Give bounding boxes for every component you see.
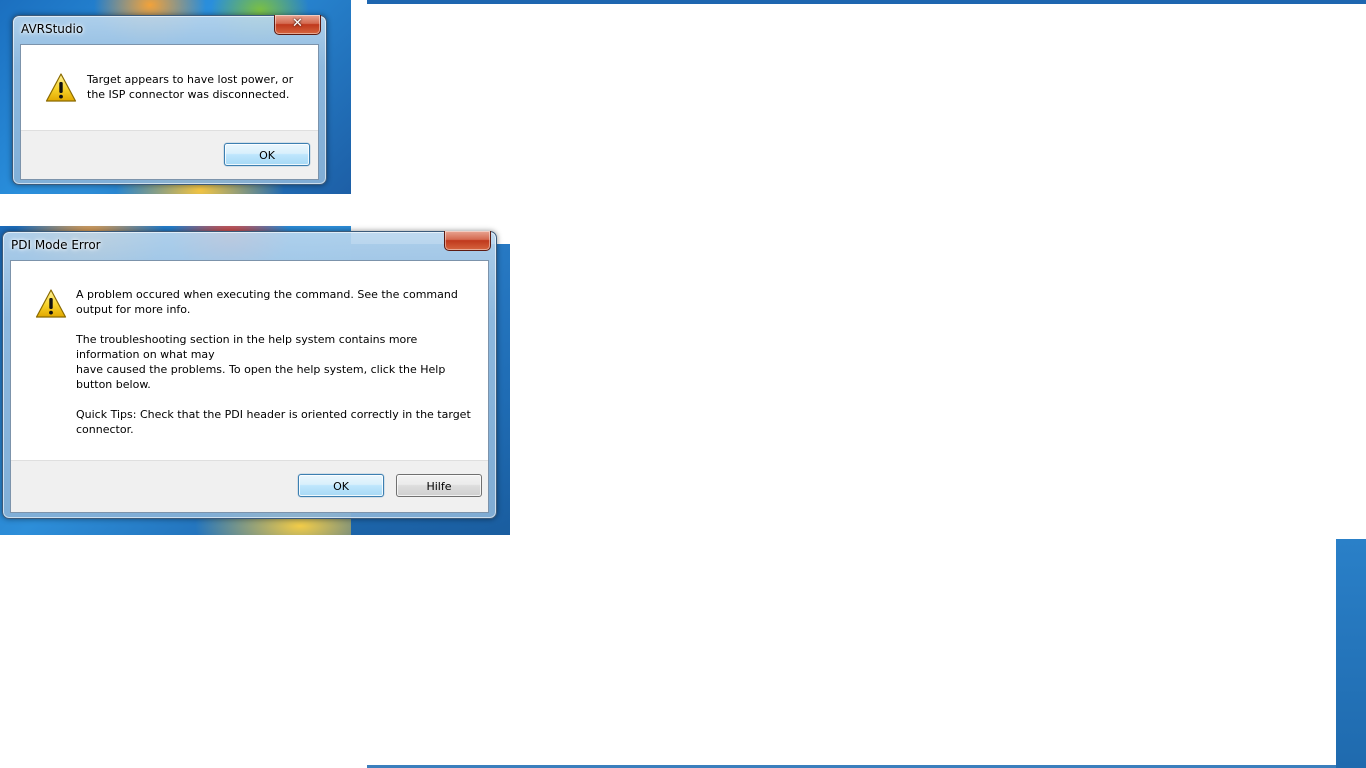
dialog-title: AVRStudio (21, 22, 84, 36)
close-icon: ✕ (292, 16, 303, 31)
dialog-message: Target appears to have lost power, or th… (87, 72, 312, 102)
dialog-footer: OK Hilfe (11, 460, 488, 512)
message-line: button below. (76, 378, 151, 391)
message-line: output for more info. (76, 303, 191, 316)
help-button[interactable]: Hilfe (396, 474, 482, 497)
warning-icon (35, 289, 67, 318)
message-line: Quick Tips: Check that the PDI header is… (76, 408, 471, 421)
dialog-message: A problem occured when executing the com… (76, 287, 476, 437)
desktop-wallpaper (1336, 539, 1366, 768)
message-line: Target appears to have lost power, or (87, 73, 294, 86)
message-line: The troubleshooting section in the help … (76, 333, 418, 346)
dialog-client-area: Target appears to have lost power, or th… (20, 44, 319, 180)
background-window-edge (1340, 4, 1366, 539)
ok-button[interactable]: OK (298, 474, 384, 497)
message-paragraph: A problem occured when executing the com… (76, 287, 476, 317)
warning-icon (45, 73, 77, 102)
ok-button[interactable]: OK (224, 143, 310, 166)
message-line: connector. (76, 423, 134, 436)
message-line: A problem occured when executing the com… (76, 288, 458, 301)
background-window-edge (367, 0, 1366, 4)
close-button[interactable]: ✕ (274, 15, 321, 35)
message-paragraph: The troubleshooting section in the help … (76, 332, 476, 392)
message-line: the ISP connector was disconnected. (87, 88, 290, 101)
close-button[interactable] (444, 231, 491, 251)
avrstudio-dialog: AVRStudio ✕ Target appears to have lost … (12, 15, 327, 185)
dialog-title: PDI Mode Error (11, 238, 101, 252)
message-line: have caused the problems. To open the he… (76, 363, 446, 376)
screen: AVRStudio ✕ Target appears to have lost … (0, 0, 1366, 768)
dialog-footer: OK (21, 130, 318, 179)
message-line: information on what may (76, 348, 215, 361)
pdi-mode-error-dialog: PDI Mode Error A problem occured when ex… (2, 231, 497, 519)
message-paragraph: Quick Tips: Check that the PDI header is… (76, 407, 476, 437)
dialog-client-area: A problem occured when executing the com… (10, 260, 489, 513)
